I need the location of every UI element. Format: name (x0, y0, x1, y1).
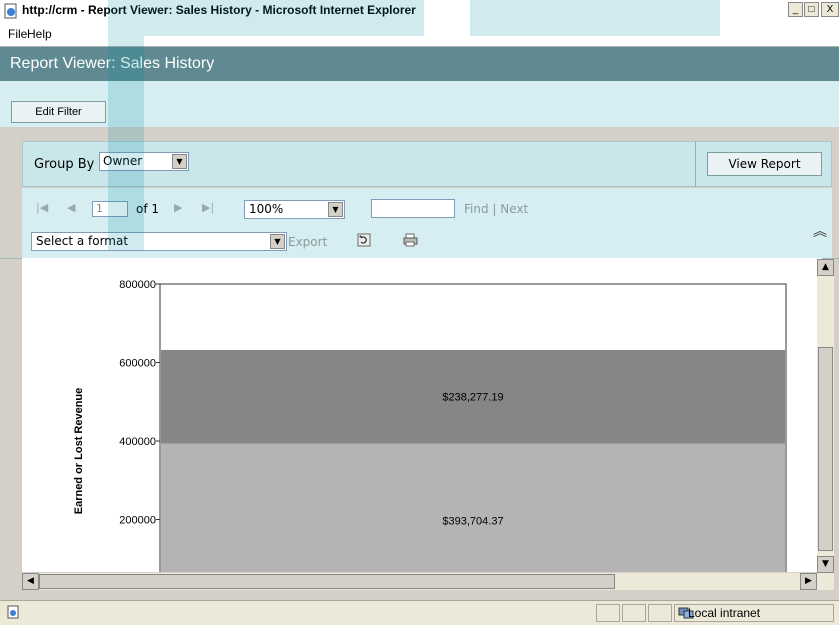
refresh-icon[interactable] (357, 233, 371, 247)
menu-file[interactable]: File (8, 27, 27, 41)
chevron-down-icon[interactable]: ▼ (172, 154, 187, 169)
menu-help[interactable]: Help (27, 27, 52, 41)
status-panel (622, 604, 646, 622)
scroll-up-icon[interactable]: ▲ (817, 259, 834, 276)
y-tick-label: 800000 (119, 279, 156, 291)
page-title: Report Viewer: Sales History (10, 55, 215, 72)
scroll-right-icon[interactable]: ▶ (800, 573, 817, 590)
scroll-down-icon[interactable]: ▼ (817, 556, 834, 573)
status-panel (596, 604, 620, 622)
export-format-select[interactable]: Select a format ▼ (31, 232, 287, 251)
scroll-left-icon[interactable]: ◀ (22, 573, 39, 590)
chevron-down-icon[interactable]: ▼ (270, 234, 285, 249)
find-input[interactable] (371, 199, 455, 218)
page-count-label: of 1 (136, 202, 160, 216)
minimize-button[interactable]: _ (788, 2, 803, 17)
maximize-button[interactable]: □ (804, 2, 819, 17)
group-by-select[interactable]: Owner ▼ (99, 152, 189, 171)
export-link[interactable]: Export (288, 235, 327, 249)
first-page-icon[interactable]: |◀ (36, 201, 48, 214)
status-panel (648, 604, 672, 622)
next-link[interactable]: Next (500, 202, 528, 216)
vertical-scroll-thumb[interactable] (818, 347, 833, 551)
horizontal-scroll-thumb[interactable] (39, 574, 615, 589)
find-link[interactable]: Find (464, 202, 489, 216)
security-zone-label: Local intranet (688, 606, 761, 620)
horizontal-scrollbar[interactable]: ◀ ▶ (22, 573, 834, 590)
ie-page-icon (4, 3, 17, 19)
last-page-icon[interactable]: ▶| (202, 201, 214, 214)
format-value: Select a format (36, 234, 129, 248)
y-tick-label: 600000 (119, 358, 156, 370)
y-tick-label: 200000 (119, 515, 156, 527)
next-page-icon[interactable]: ▶ (174, 201, 182, 214)
page-number-input[interactable]: 1 (92, 201, 128, 217)
menu-bar: File Help (0, 22, 839, 47)
group-by-label: Group By (34, 157, 95, 172)
find-links: Find | Next (464, 202, 528, 216)
zoom-value: 100% (249, 202, 284, 216)
report-header: Report Viewer: Sales History (0, 47, 839, 81)
close-button[interactable]: X (821, 2, 839, 17)
title-bar: http://crm - Report Viewer: Sales Histor… (0, 0, 839, 22)
collapse-icon[interactable]: ︽ (813, 221, 827, 241)
revenue-chart: $393,704.37$238,277.19020000040000060000… (73, 279, 787, 572)
window-title: http://crm - Report Viewer: Sales Histor… (22, 3, 416, 17)
filter-toolbar (0, 81, 839, 127)
vertical-scrollbar[interactable]: ▲ ▼ (817, 259, 834, 573)
previous-page-icon[interactable]: ◀ (67, 201, 75, 214)
zoom-select[interactable]: 100% ▼ (244, 200, 345, 219)
parameter-divider (695, 141, 696, 187)
group-by-value: Owner (103, 154, 143, 168)
report-body: $393,704.37$238,277.19020000040000060000… (22, 258, 822, 572)
y-tick-label: 400000 (119, 436, 156, 448)
y-axis-title: Earned or Lost Revenue (73, 388, 85, 515)
find-separator: | (492, 202, 497, 216)
print-icon[interactable] (403, 233, 418, 247)
bar-segment (161, 443, 785, 572)
data-label: $238,277.19 (442, 392, 503, 404)
edit-filter-button[interactable]: Edit Filter (11, 101, 106, 123)
page-status-icon (7, 605, 19, 619)
chevron-down-icon[interactable]: ▼ (328, 202, 343, 217)
data-label: $393,704.37 (442, 516, 503, 528)
view-report-button[interactable]: View Report (707, 152, 822, 176)
